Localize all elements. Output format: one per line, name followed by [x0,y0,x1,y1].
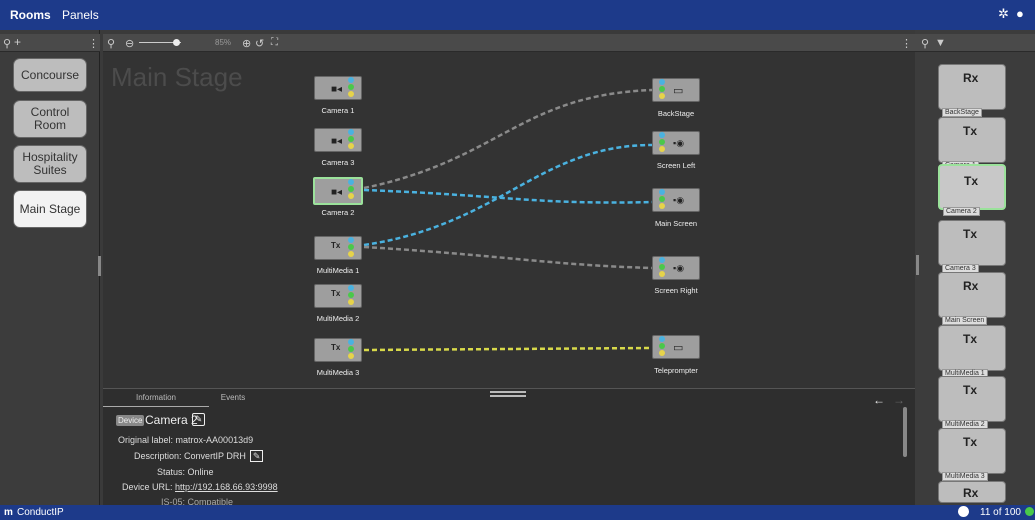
camera-icon: ■◂ [331,136,343,147]
devices-toolbar: ⚲ ▼ [915,34,1035,52]
port-indicators [659,79,667,100]
device-label: Main Screen [654,219,698,228]
panel-type: Tx [963,124,978,138]
status-bar: m ConductIP 11 of 100 [0,505,1035,520]
info-value: matrox-AA00013d9 [175,435,254,445]
device-label: Camera 3 [321,158,355,167]
tx-icon: Tx [331,241,341,250]
connection-camera2-backstage[interactable] [363,88,653,190]
device-label: Teleprompter [654,366,698,375]
panel-label: MultiMedia 3 [942,472,988,481]
connection-mm1-screenleft[interactable] [363,143,653,247]
port-indicators [659,257,667,278]
device-label: MultiMedia 1 [316,266,360,275]
info-row: Status: Online [157,467,214,477]
info-row: Original label: matrox-AA00013d9 [118,435,253,445]
panel-device-camera-1[interactable]: TxCamera 1 [938,117,1006,170]
info-row: Device URL: http://192.168.66.93:9998 [122,482,278,492]
panel-type: Tx [963,435,978,449]
resize-handle[interactable] [916,255,919,275]
panel-type: Tx [963,332,978,346]
camera-icon: ■◂ [331,187,343,198]
panel-device-camera-3[interactable]: Tx Camera 3 [938,220,1006,273]
panel-device-multimedia-3[interactable]: Tx MultiMedia 3 [938,428,1006,481]
device-label: Screen Left [656,161,696,170]
info-key: Original label: [118,435,174,445]
device-label: MultiMedia 3 [316,368,360,377]
connection-mm3-teleprompter[interactable] [363,346,653,352]
device-badge: Device [116,415,145,426]
scrollbar[interactable] [903,407,907,457]
port-indicators [659,132,667,153]
edit-icon[interactable]: ✎ [249,450,264,462]
projector-icon: ▪◉ [673,138,685,148]
monitor-icon: ▭ [673,85,684,97]
panel-label: BackStage [942,108,982,117]
tx-icon: Tx [331,289,341,298]
projector-icon: ▪◉ [673,195,685,205]
resize-handle[interactable] [490,395,526,397]
panel-type: Rx [963,71,979,85]
panel-type: Tx [963,227,978,241]
port-indicators [348,285,356,306]
tx-icon: Tx [331,343,341,352]
search-icon[interactable]: ⚲ [921,37,929,50]
panel-type: Rx [963,486,979,500]
info-key: Description: [134,451,182,461]
device-label: Camera 1 [321,106,355,115]
panel-device-backstage[interactable]: Rx BackStage [938,64,1006,117]
edit-icon[interactable]: ✎ [192,413,205,426]
app-name: ConductIP [17,507,64,518]
monitor-icon: ▭ [673,342,684,354]
info-key: Status: [157,467,186,477]
status-indicator [1025,507,1034,516]
port-indicators [348,339,356,360]
device-label: BackStage [657,109,695,118]
panel-label: Main Screen [942,316,988,325]
panel-type: Rx [963,279,979,293]
port-indicators [659,336,667,357]
projector-icon: ▪◉ [673,263,685,273]
resize-handle[interactable] [490,391,526,393]
panel-type: Tx [964,174,979,188]
connection-mm1-screenright[interactable] [363,245,653,270]
panel-device-camera-2[interactable]: Tx Camera 2 [938,164,1006,216]
port-indicators [348,129,356,150]
info-row: Description: ConvertIP DRH ✎ [134,450,264,462]
panel-device-multimedia-1[interactable]: Tx MultiMedia 1 [938,325,1006,378]
info-value: ConvertIP DRH [184,451,246,461]
port-indicators [348,237,356,258]
device-label: MultiMedia 2 [316,314,360,323]
tab-information[interactable]: Information [103,393,209,407]
back-arrow-icon[interactable]: ← [873,393,885,407]
forward-arrow-icon[interactable]: → [893,393,905,407]
device-label: Camera 2 [321,208,355,217]
camera-icon: ■◂ [331,84,343,95]
check-icon [958,506,969,517]
device-count: 11 of 100 [980,507,1021,518]
panel-device-main-screen[interactable]: Rx Main Screen [938,272,1006,325]
device-name: Camera 2 [145,413,198,427]
info-value: Online [187,467,214,477]
panel-type: Tx [963,383,978,397]
device-label: Screen Right [654,286,698,295]
app-logo-icon: m [4,507,13,518]
tab-events[interactable]: Events [213,393,253,407]
port-indicators [659,189,667,210]
port-indicators [348,179,356,200]
info-key: Device URL: [122,482,173,492]
panel-device-partial[interactable]: Rx [938,481,1006,503]
panel-device-multimedia-2[interactable]: Tx MultiMedia 2 [938,376,1006,429]
port-indicators [348,77,356,98]
filter-icon[interactable]: ▼ [935,37,946,49]
panel-label: Camera 2 [943,207,980,216]
device-url-link[interactable]: http://192.168.66.93:9998 [175,482,278,492]
